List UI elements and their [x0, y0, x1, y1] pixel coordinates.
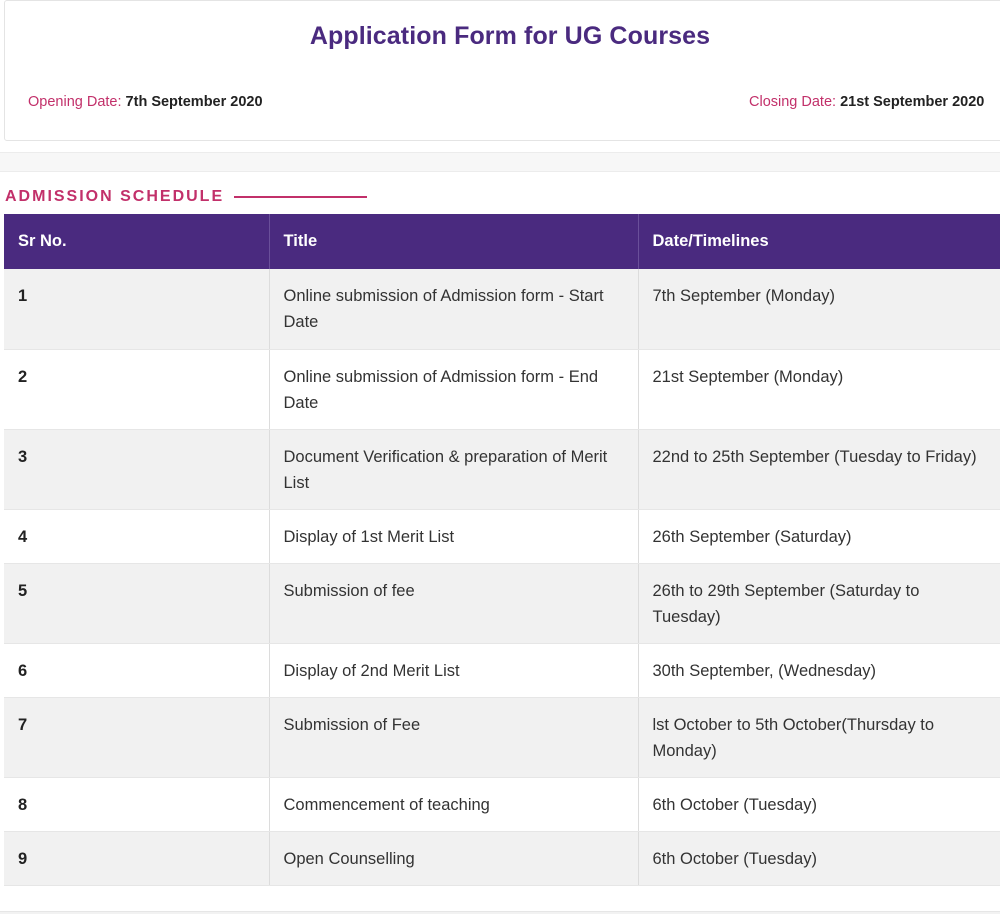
row-date: lst October to 5th October(Thursday to M…	[638, 697, 1000, 778]
row-date: 6th October (Tuesday)	[638, 831, 1000, 886]
row-sr-no: 5	[4, 563, 270, 644]
closing-date: Closing Date: 21st September 2020	[749, 94, 984, 110]
closing-date-label: Closing Date:	[749, 94, 841, 110]
page: Application Form for UG Courses Opening …	[0, 0, 1000, 914]
section-title: ADMISSION SCHEDULE	[5, 188, 225, 205]
row-sr-no: 3	[4, 429, 270, 510]
row-title: Open Counselling	[269, 831, 639, 886]
opening-date-value: 7th September 2020	[125, 94, 263, 110]
table-row: 5 Submission of fee 26th to 29th Septemb…	[4, 563, 1000, 644]
table-row: 4 Display of 1st Merit List 26th Septemb…	[4, 509, 1000, 564]
row-sr-no: 7	[4, 697, 270, 778]
table-row: 7 Submission of Fee lst October to 5th O…	[4, 697, 1000, 778]
admission-schedule-table: Sr No. Title Date/Timelines 1 Online sub…	[4, 214, 1000, 886]
form-title: Application Form for UG Courses	[309, 22, 711, 50]
table-row: 2 Online submission of Admission form - …	[4, 349, 1000, 430]
opening-date-label: Opening Date:	[28, 94, 126, 110]
table-row: 8 Commencement of teaching 6th October (…	[4, 777, 1000, 832]
row-title: Commencement of teaching	[269, 777, 639, 832]
table-row: 6 Display of 2nd Merit List 30th Septemb…	[4, 643, 1000, 698]
row-sr-no: 9	[4, 831, 270, 886]
row-sr-no: 6	[4, 643, 270, 698]
row-date: 7th September (Monday)	[638, 269, 1000, 350]
column-header-sr-no: Sr No.	[4, 214, 270, 269]
table-row: 1 Online submission of Admission form - …	[4, 269, 1000, 350]
application-form-card: Application Form for UG Courses Opening …	[4, 0, 1000, 141]
table-row: 3 Document Verification & preparation of…	[4, 429, 1000, 510]
row-sr-no: 4	[4, 509, 270, 564]
row-title: Submission of fee	[269, 563, 639, 644]
row-title: Document Verification & preparation of M…	[269, 429, 639, 510]
row-date: 26th September (Saturday)	[638, 509, 1000, 564]
section-divider	[0, 152, 1000, 172]
table-header-row: Sr No. Title Date/Timelines	[4, 214, 1000, 269]
row-title: Display of 2nd Merit List	[269, 643, 639, 698]
row-date: 30th September, (Wednesday)	[638, 643, 1000, 698]
row-sr-no: 2	[4, 349, 270, 430]
row-date: 26th to 29th September (Saturday to Tues…	[638, 563, 1000, 644]
opening-date: Opening Date: 7th September 2020	[28, 94, 263, 110]
column-header-title: Title	[269, 214, 639, 269]
row-title: Submission of Fee	[269, 697, 639, 778]
section-heading: ADMISSION SCHEDULE	[5, 188, 368, 206]
closing-date-value: 21st September 2020	[840, 94, 985, 110]
row-title: Online submission of Admission form - En…	[269, 349, 639, 430]
row-title: Online submission of Admission form - St…	[269, 269, 639, 350]
table-row: 9 Open Counselling 6th October (Tuesday)	[4, 831, 1000, 886]
row-sr-no: 8	[4, 777, 270, 832]
row-date: 6th October (Tuesday)	[638, 777, 1000, 832]
row-sr-no: 1	[4, 269, 270, 350]
row-date: 21st September (Monday)	[638, 349, 1000, 430]
section-title-underline	[234, 196, 368, 198]
row-date: 22nd to 25th September (Tuesday to Frida…	[638, 429, 1000, 510]
row-title: Display of 1st Merit List	[269, 509, 639, 564]
column-header-date: Date/Timelines	[638, 214, 1000, 269]
